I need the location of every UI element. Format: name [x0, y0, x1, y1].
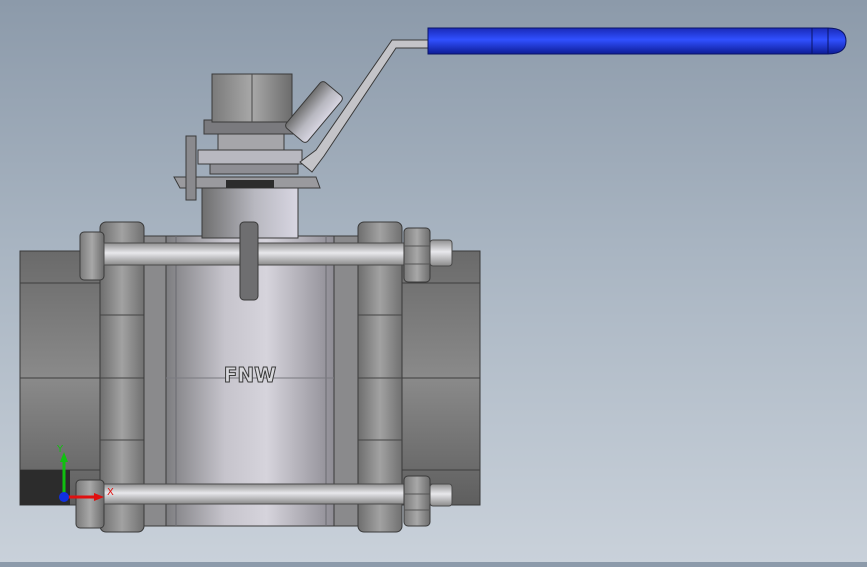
cad-viewport[interactable]: FNW Y X: [0, 0, 867, 562]
axis-x-label: X: [107, 487, 114, 498]
handle-grip[interactable]: [427, 27, 829, 55]
body-marking: FNW: [224, 363, 276, 387]
gland-nut[interactable]: [203, 73, 297, 151]
axis-y-label: Y: [56, 444, 64, 455]
right-end-cap[interactable]: [401, 250, 481, 506]
lever-handle[interactable]: [284, 27, 847, 173]
ball-valve-model[interactable]: FNW Y X: [0, 0, 867, 562]
left-end-cap[interactable]: [19, 250, 103, 506]
